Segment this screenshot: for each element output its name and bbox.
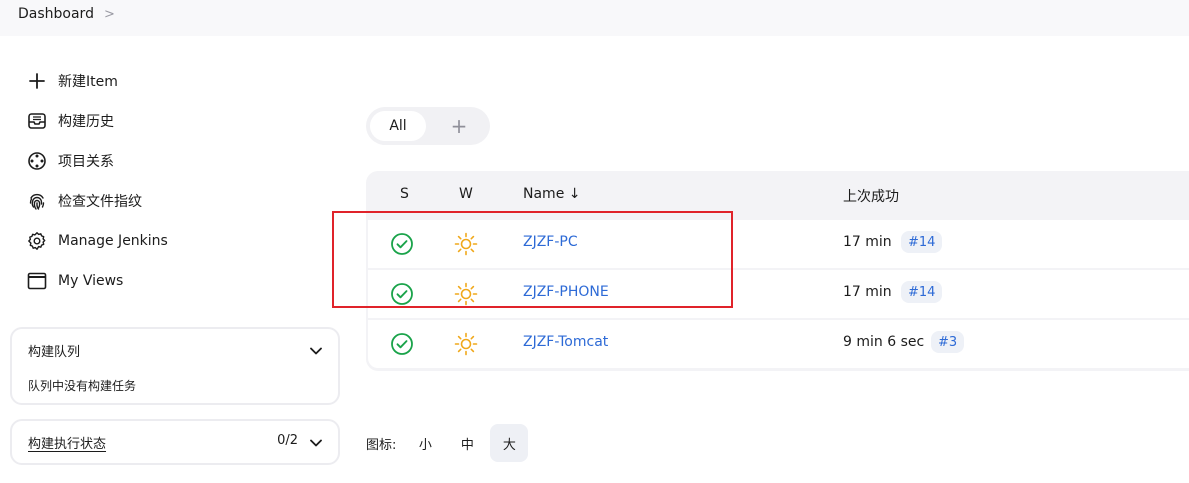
success-check-icon <box>390 332 414 360</box>
chevron-down-icon[interactable] <box>310 435 322 451</box>
icon-size-label: 图标: <box>366 437 397 453</box>
sidebar-item-fingerprint[interactable]: 检查文件指纹 <box>26 186 266 216</box>
column-header-name[interactable]: Name ↓ <box>523 186 580 202</box>
window-icon <box>26 270 48 292</box>
sidebar-item-new-item[interactable]: 新建Item <box>26 66 266 96</box>
add-view-button[interactable]: + <box>444 111 474 141</box>
build-queue-title[interactable]: 构建队列 <box>28 341 80 360</box>
highlight-box <box>332 211 733 308</box>
sidebar-item-label: 构建历史 <box>58 114 114 130</box>
relationship-icon <box>26 150 48 172</box>
plus-icon <box>26 70 48 92</box>
executor-status-title[interactable]: 构建执行状态 <box>28 433 106 452</box>
executor-status-panel: 构建执行状态 0/2 <box>10 419 340 465</box>
column-header-status[interactable]: S <box>400 186 409 202</box>
sidebar-item-manage-jenkins[interactable]: Manage Jenkins <box>26 226 266 256</box>
chevron-right-icon[interactable]: > <box>104 7 115 22</box>
build-number-link[interactable]: #14 <box>901 281 943 303</box>
gear-icon <box>26 230 48 252</box>
icon-size-selector: 图标: 小 中 大 <box>366 424 532 462</box>
sidebar-item-project-relationship[interactable]: 项目关系 <box>26 146 266 176</box>
icon-size-large-button[interactable]: 大 <box>490 424 529 462</box>
top-bar: Dashboard > <box>0 0 1189 36</box>
executor-count: 0/2 <box>277 433 298 448</box>
breadcrumb-dashboard[interactable]: Dashboard <box>18 6 94 22</box>
last-success-time: 17 min <box>843 284 892 300</box>
fingerprint-icon <box>26 190 48 212</box>
build-number-link[interactable]: #3 <box>931 331 965 353</box>
sidebar-item-label: My Views <box>58 273 124 289</box>
icon-size-medium-button[interactable]: 中 <box>448 424 486 462</box>
chevron-down-icon[interactable] <box>310 343 322 359</box>
sidebar-item-label: 新建Item <box>58 74 118 90</box>
sidebar-item-build-history[interactable]: 构建历史 <box>26 106 266 136</box>
build-queue-panel: 构建队列 队列中没有构建任务 <box>10 327 340 405</box>
inbox-icon <box>26 110 48 132</box>
sunny-icon <box>454 332 478 360</box>
build-queue-empty-text: 队列中没有构建任务 <box>28 379 137 393</box>
sidebar-item-my-views[interactable]: My Views <box>26 266 266 296</box>
last-success-time: 9 min 6 sec <box>843 334 925 350</box>
sidebar-item-label: Manage Jenkins <box>58 233 168 249</box>
column-header-last-success[interactable]: 上次成功 <box>843 186 899 206</box>
tab-all[interactable]: All <box>370 111 426 141</box>
view-tabs: All + <box>366 107 490 145</box>
breadcrumb: Dashboard > <box>18 4 115 24</box>
table-row: ZJZF-Tomcat 9 min 6 sec #3 <box>368 320 1189 368</box>
icon-size-small-button[interactable]: 小 <box>406 424 444 462</box>
column-header-weather[interactable]: W <box>459 186 473 202</box>
sidebar-item-label: 项目关系 <box>58 154 114 170</box>
last-success-time: 17 min <box>843 234 892 250</box>
build-number-link[interactable]: #14 <box>901 231 943 253</box>
job-link[interactable]: ZJZF-Tomcat <box>523 334 608 350</box>
sidebar-item-label: 检查文件指纹 <box>58 194 142 210</box>
